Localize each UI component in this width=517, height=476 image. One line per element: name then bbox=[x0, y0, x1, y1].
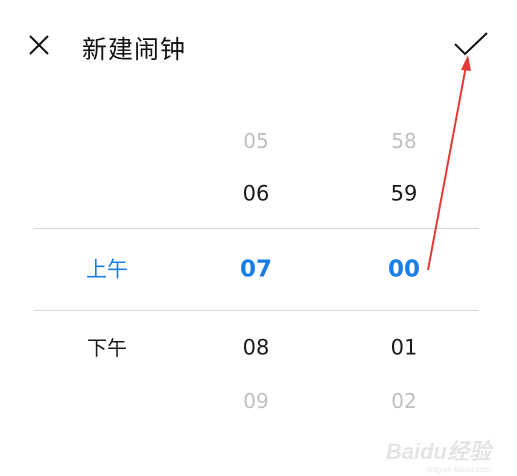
annotation-arrow bbox=[427, 55, 471, 271]
watermark-url: jingyan.baidu.com bbox=[426, 465, 491, 474]
watermark-logo: Baidu经验 bbox=[385, 439, 491, 464]
